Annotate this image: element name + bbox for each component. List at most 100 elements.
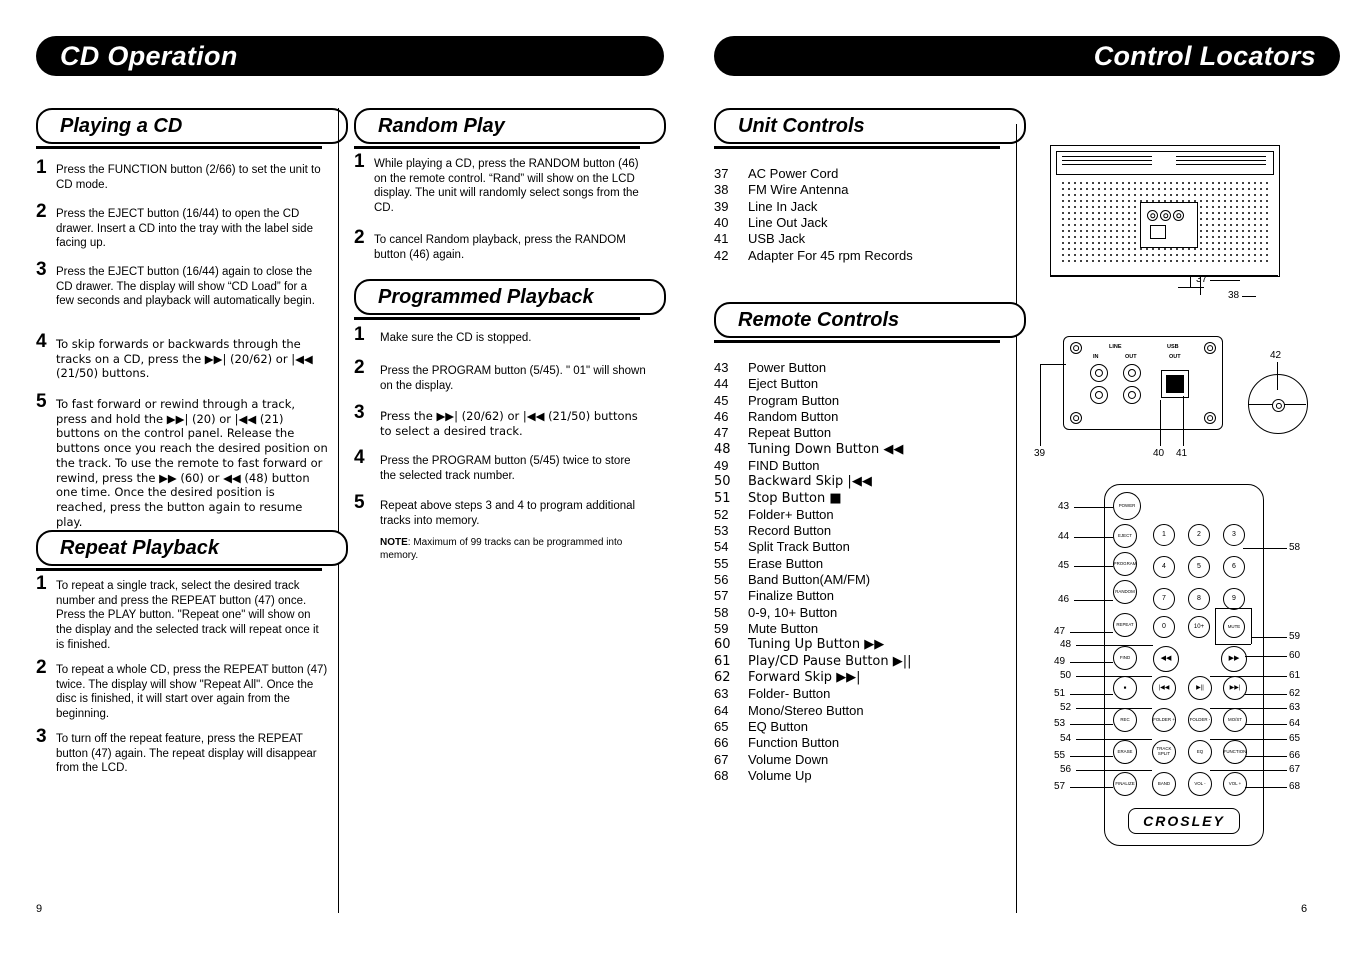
remote-digit-8-button[interactable]: 8 <box>1188 588 1210 610</box>
step-text: Press the ▶▶| (20/62) or |◀◀ (21/50) but… <box>380 409 638 438</box>
keypad-bracket <box>1215 608 1216 644</box>
remote-controls-list: 43 Power Button 44 Eject Button 45 Program … <box>714 360 1004 784</box>
item-label: Backward Skip |◀◀ <box>748 474 872 490</box>
item-label: Folder+ Button <box>748 506 834 522</box>
remote-mute-button[interactable]: MUTE <box>1223 616 1245 638</box>
remote-find-button[interactable]: FIND <box>1113 646 1137 670</box>
remote-function-button[interactable]: FUNCTION <box>1223 740 1247 764</box>
remote-repeat-button[interactable]: REPEAT <box>1113 613 1137 637</box>
item-number: 38 <box>714 182 729 198</box>
callout-63: 63 <box>1289 702 1301 713</box>
section-underline <box>36 146 322 149</box>
mounting-screw <box>1204 412 1216 424</box>
remote-digit-4-button[interactable]: 4 <box>1153 556 1175 578</box>
remote-backward-skip-button[interactable]: |◀◀ <box>1152 676 1176 700</box>
callout-leader <box>1076 676 1152 677</box>
remote-digit-1-button[interactable]: 1 <box>1153 524 1175 546</box>
item-number: 54 <box>714 539 729 555</box>
list-item: 38 FM Wire Antenna <box>714 182 1004 198</box>
section-header-unit-controls: Unit Controls <box>714 108 1026 144</box>
remote-erase-button[interactable]: ERASE <box>1113 740 1137 764</box>
list-item: 50 Backward Skip |◀◀ <box>714 474 1004 490</box>
step-number: 2 <box>36 657 47 678</box>
step-text: Press the EJECT button (16/44) again to … <box>56 266 315 308</box>
callout-41: 41 <box>1176 448 1188 459</box>
item-label: Play/CD Pause Button ▶|| <box>748 653 912 669</box>
remote-mono-stereo-button[interactable]: MO/ST <box>1223 708 1247 732</box>
remote-folder-minus-button[interactable]: FOLDER - <box>1188 708 1212 732</box>
remote-track-split-button[interactable]: TRACK SPLIT <box>1152 740 1176 764</box>
callout-47: 47 <box>1054 626 1066 637</box>
jack-hole <box>1160 210 1171 221</box>
callout-leader-42 <box>1277 362 1278 374</box>
list-item: 53 Record Button <box>714 523 1004 539</box>
item-number: 68 <box>714 767 729 783</box>
callout-leader <box>1210 708 1287 709</box>
callout-37: 37 <box>1196 274 1208 285</box>
remote-digit-3-button[interactable]: 3 <box>1223 524 1245 546</box>
callout-66: 66 <box>1289 750 1301 761</box>
manual-spread: CD Operation Playing a CD 1 Press the FU… <box>0 0 1351 954</box>
remote-digit-6-button[interactable]: 6 <box>1223 556 1245 578</box>
item-label: Split Track Button <box>748 539 850 555</box>
remote-tuning-up-button[interactable]: ▶▶ <box>1221 646 1247 672</box>
remote-digit-7-button[interactable]: 7 <box>1153 588 1175 610</box>
remote-finalize-button[interactable]: FINALIZE <box>1113 772 1137 796</box>
list-item: 63 Folder- Button <box>714 686 1004 702</box>
callout-59: 59 <box>1289 631 1301 642</box>
jack-hole <box>1147 210 1158 221</box>
callout-67: 67 <box>1289 764 1301 775</box>
list-item: 68 Volume Up <box>714 768 1004 784</box>
remote-play-pause-button[interactable]: ▶|| <box>1188 676 1212 700</box>
step-number: 2 <box>36 201 47 222</box>
step-text: Press the PROGRAM button (5/45) twice to… <box>380 455 631 482</box>
remote-stop-button[interactable]: ■ <box>1113 676 1137 700</box>
remote-eject-button[interactable]: EJECT <box>1113 524 1137 548</box>
item-label: Random Button <box>748 408 839 424</box>
list-item: 54 Split Track Button <box>714 539 1004 555</box>
callout-leader-40 <box>1160 400 1161 446</box>
step-number: 1 <box>36 573 47 594</box>
list-item: 51 Stop Button ■ <box>714 491 1004 507</box>
list-item: 37 AC Power Cord <box>714 166 1004 182</box>
item-number: 46 <box>714 408 729 424</box>
item-label: Mute Button <box>748 621 819 636</box>
remote-digit-2-button[interactable]: 2 <box>1188 524 1210 546</box>
remote-program-button[interactable]: PROGRAM <box>1113 552 1137 576</box>
callout-55: 55 <box>1054 750 1066 761</box>
step-text: Press the PROGRAM button (5/45). " 01" w… <box>380 365 646 392</box>
usb-port-inner <box>1166 375 1184 393</box>
remote-tuning-down-button[interactable]: ◀◀ <box>1153 646 1179 672</box>
remote-digit-10plus-button[interactable]: 10+ <box>1188 616 1210 638</box>
rear-jack-panel <box>1140 202 1198 248</box>
item-number: 59 <box>714 621 729 636</box>
remote-digit-5-button[interactable]: 5 <box>1188 556 1210 578</box>
callout-leader <box>1074 507 1113 508</box>
remote-eq-button[interactable]: EQ <box>1188 740 1212 764</box>
note-text: : Maximum of 99 tracks can be programmed… <box>380 537 623 561</box>
item-label: Volume Down <box>748 751 829 767</box>
item-label: Eject Button <box>748 376 819 392</box>
callout-leader <box>1251 637 1287 638</box>
remote-digit-9-button[interactable]: 9 <box>1223 588 1245 610</box>
item-number: 61 <box>714 653 731 669</box>
remote-band-button[interactable]: BAND <box>1152 772 1176 796</box>
remote-random-button[interactable]: RANDOM <box>1113 580 1137 604</box>
item-number: 47 <box>714 425 729 441</box>
section-underline <box>714 340 1000 343</box>
list-item: 66 Function Button <box>714 735 1004 751</box>
item-number: 57 <box>714 588 729 604</box>
remote-rec-button[interactable]: REC <box>1113 708 1137 732</box>
remote-volume-down-button[interactable]: VOL - <box>1188 772 1212 796</box>
remote-volume-up-button[interactable]: VOL + <box>1223 772 1247 796</box>
remote-power-button[interactable]: POWER <box>1113 492 1141 520</box>
callout-54: 54 <box>1060 733 1072 744</box>
line-in-jack-left <box>1090 364 1108 382</box>
callout-43: 43 <box>1058 501 1070 512</box>
remote-folder-plus-button[interactable]: FOLDER + <box>1152 708 1176 732</box>
remote-digit-0-button[interactable]: 0 <box>1153 616 1175 638</box>
callout-leader-39-v <box>1040 364 1041 446</box>
remote-forward-skip-button[interactable]: ▶▶| <box>1223 676 1247 700</box>
callout-65: 65 <box>1289 733 1301 744</box>
item-number: 63 <box>714 686 729 702</box>
